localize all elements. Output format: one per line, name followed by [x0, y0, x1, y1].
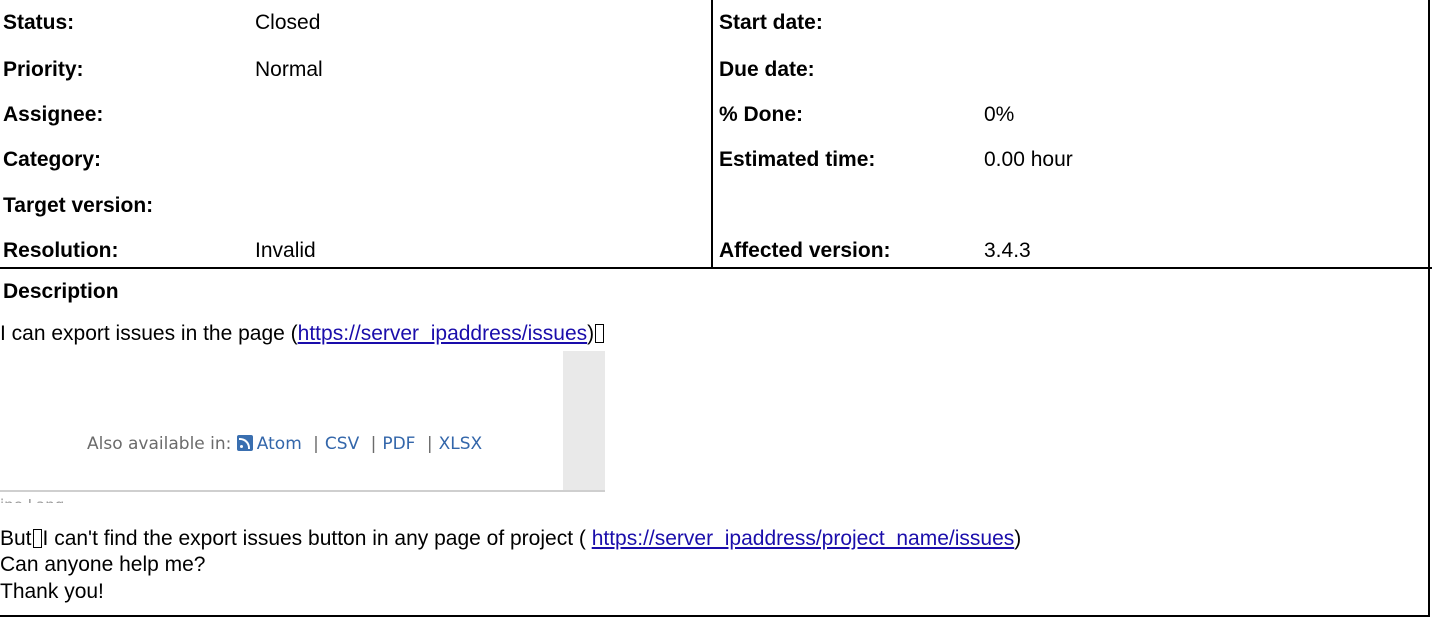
- atom-link[interactable]: Atom: [257, 434, 302, 454]
- also-available-bar: Also available in: Atom | CSV | PDF | XLSX: [87, 434, 482, 454]
- assignee-label: Assignee:: [3, 103, 104, 126]
- section-divider: [0, 267, 1432, 269]
- description-line-1: I can export issues in the page (https:/…: [0, 322, 605, 346]
- done-value: 0%: [984, 103, 1015, 126]
- description-line-4: Thank you!: [0, 580, 104, 603]
- line2-suffix: ): [1014, 527, 1022, 550]
- embedded-screenshot: Also available in: Atom | CSV | PDF | XLSX: [0, 351, 605, 492]
- csv-link[interactable]: CSV: [325, 434, 359, 454]
- priority-label: Priority:: [3, 58, 84, 81]
- description-line-3: Can anyone help me?: [0, 553, 206, 576]
- affected-version-value: 3.4.3: [984, 239, 1031, 262]
- issues-link[interactable]: https://server_ipaddress/issues: [298, 322, 587, 345]
- start-date-label: Start date:: [719, 11, 823, 34]
- resolution-label: Resolution:: [3, 239, 119, 262]
- column-divider: [711, 0, 713, 268]
- category-label: Category:: [3, 148, 102, 171]
- status-label: Status:: [3, 11, 75, 34]
- also-available-label: Also available in:: [87, 434, 232, 454]
- embedded-sidebar: [563, 351, 605, 491]
- description-heading: Description: [3, 280, 119, 303]
- priority-value: Normal: [255, 58, 323, 81]
- due-date-label: Due date:: [719, 58, 815, 81]
- cropped-text: ine Lang: [0, 495, 64, 503]
- estimated-time-value: 0.00 hour: [984, 148, 1073, 171]
- line1-prefix: I can export issues in the page (: [0, 322, 298, 345]
- missing-glyph-box: [595, 324, 605, 343]
- line2-text: I can't find the export issues button in…: [42, 527, 592, 550]
- separator: |: [426, 434, 433, 454]
- line1-suffix: ): [587, 322, 595, 345]
- description-line-2: But I can't find the export issues button…: [0, 527, 1021, 551]
- issue-attributes-box: [0, 0, 1430, 617]
- done-label: % Done:: [719, 103, 803, 126]
- separator: |: [313, 434, 319, 454]
- line2-prefix: But: [0, 527, 32, 550]
- affected-version-label: Affected version:: [719, 239, 891, 262]
- target-version-label: Target version:: [3, 194, 154, 217]
- embedded-bottom-border: [0, 490, 605, 492]
- missing-glyph-box: [32, 529, 42, 548]
- separator: |: [370, 434, 377, 454]
- xlsx-link[interactable]: XLSX: [439, 434, 483, 454]
- rss-feed-icon: [236, 435, 253, 451]
- project-issues-link[interactable]: https://server_ipaddress/project_name/is…: [592, 527, 1015, 550]
- pdf-link[interactable]: PDF: [382, 434, 415, 454]
- status-value: Closed: [255, 11, 321, 34]
- resolution-value: Invalid: [255, 239, 316, 262]
- estimated-time-label: Estimated time:: [719, 148, 876, 171]
